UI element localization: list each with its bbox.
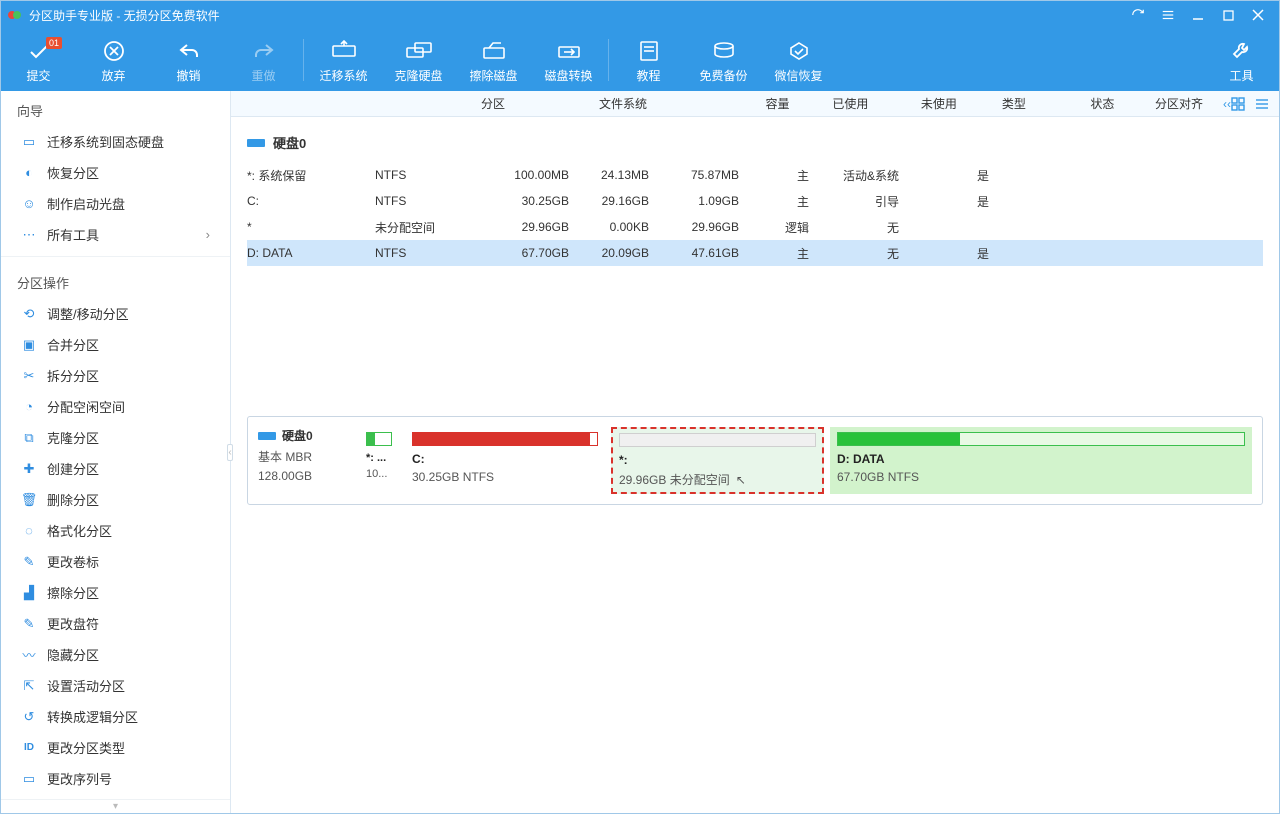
- chevron-right-icon: ›: [206, 227, 210, 242]
- pending-badge: 01: [46, 37, 62, 49]
- sidebar-resize-handle[interactable]: ‹: [226, 91, 234, 813]
- ssd-icon: ▭: [21, 134, 37, 150]
- undo-button[interactable]: 撤销: [151, 29, 226, 91]
- minimize-button[interactable]: [1183, 1, 1213, 29]
- col-align[interactable]: 分区对齐: [1122, 95, 1211, 112]
- table-row[interactable]: C: NTFS 30.25GB 29.16GB 1.09GB 主 引导 是: [247, 188, 1263, 214]
- disk-block-system-reserved[interactable]: *: ... 10...: [359, 427, 399, 494]
- sidebar-item-convert-logical[interactable]: ↺转换成逻辑分区: [1, 701, 230, 732]
- titlebar: 分区助手专业版 - 无损分区免费软件: [1, 1, 1279, 29]
- free-backup-button[interactable]: 免费备份: [686, 29, 761, 91]
- convert-icon: ↺: [21, 709, 37, 725]
- table-row[interactable]: D: DATA NTFS 67.70GB 20.09GB 47.61GB 主 无…: [247, 240, 1263, 266]
- disk-block-unallocated[interactable]: *: 29.96GB 未分配空间↖: [611, 427, 824, 494]
- sidebar-section-wizard: 向导: [1, 91, 230, 126]
- close-button[interactable]: [1243, 1, 1273, 29]
- maximize-button[interactable]: [1213, 1, 1243, 29]
- col-type[interactable]: 类型: [965, 95, 1034, 112]
- sidebar-item-set-active[interactable]: ⇱设置活动分区: [1, 670, 230, 701]
- convert-disk-button[interactable]: 磁盘转换: [531, 29, 606, 91]
- column-headers: 分区 文件系统 容量 已使用 未使用 类型 状态 分区对齐 ‹‹: [231, 91, 1279, 117]
- disk-header[interactable]: 硬盘0: [247, 127, 1263, 162]
- sidebar-item-recover-partition[interactable]: ◐恢复分区: [1, 157, 230, 188]
- tutorial-button[interactable]: 教程: [611, 29, 686, 91]
- sidebar: 向导 ▭迁移系统到固态硬盘 ◐恢复分区 ☺制作启动光盘 ⋯所有工具› 分区操作 …: [1, 91, 231, 813]
- serial-icon: ▭: [21, 771, 37, 787]
- sidebar-item-delete[interactable]: 🗑删除分区: [1, 484, 230, 515]
- collapse-columns-icon[interactable]: ‹‹: [1223, 97, 1231, 111]
- sidebar-section-ops: 分区操作: [1, 263, 230, 298]
- view-grid-icon[interactable]: [1231, 97, 1245, 111]
- sidebar-item-resize[interactable]: ⟲调整/移动分区: [1, 298, 230, 329]
- migrate-os-button[interactable]: 迁移系统: [306, 29, 381, 91]
- sidebar-item-drive-letter[interactable]: ✎更改盘符: [1, 608, 230, 639]
- disk-map-info[interactable]: 硬盘0 基本 MBR 128.00GB: [258, 427, 353, 494]
- clone-icon: ⧉: [21, 430, 37, 446]
- redo-button: 重做: [226, 29, 301, 91]
- allocate-icon: ◔: [21, 399, 37, 414]
- table-row[interactable]: *: 系统保留 NTFS 100.00MB 24.13MB 75.87MB 主 …: [247, 162, 1263, 188]
- sidebar-item-hide[interactable]: 〰隐藏分区: [1, 639, 230, 670]
- erase-icon: ▟: [21, 585, 37, 601]
- sidebar-item-merge[interactable]: ▣合并分区: [1, 329, 230, 360]
- sidebar-item-migrate-ssd[interactable]: ▭迁移系统到固态硬盘: [1, 126, 230, 157]
- sidebar-expand-down[interactable]: ▾: [1, 799, 230, 813]
- view-list-icon[interactable]: [1255, 97, 1269, 111]
- col-unused[interactable]: 未使用: [876, 95, 965, 112]
- id-icon: ID: [21, 742, 37, 753]
- split-icon: ✂: [21, 368, 37, 384]
- menu-button[interactable]: [1153, 1, 1183, 29]
- clone-disk-button[interactable]: 克隆硬盘: [381, 29, 456, 91]
- col-capacity[interactable]: 容量: [699, 95, 797, 112]
- format-icon: ◌: [21, 523, 37, 538]
- merge-icon: ▣: [21, 337, 37, 353]
- wechat-recovery-button[interactable]: 微信恢复: [761, 29, 836, 91]
- disk-block-c[interactable]: C: 30.25GB NTFS: [405, 427, 605, 494]
- sidebar-item-change-serial[interactable]: ▭更改序列号: [1, 763, 230, 794]
- disk-icon: [258, 430, 276, 442]
- disc-icon: ☺: [21, 196, 37, 211]
- cursor-icon: ↖: [736, 473, 746, 487]
- col-status[interactable]: 状态: [1034, 95, 1123, 112]
- disk-map: 硬盘0 基本 MBR 128.00GB *: ... 10... C: 30.2…: [247, 416, 1263, 505]
- app-icon: [7, 7, 23, 23]
- disk-block-d[interactable]: D: DATA 67.70GB NTFS: [830, 427, 1252, 494]
- more-icon: ⋯: [21, 227, 37, 243]
- create-icon: ✚: [21, 461, 37, 477]
- table-row[interactable]: * 未分配空间 29.96GB 0.00KB 29.96GB 逻辑 无: [247, 214, 1263, 240]
- window-title: 分区助手专业版 - 无损分区免费软件: [29, 7, 1123, 24]
- sidebar-item-change-type[interactable]: ID更改分区类型: [1, 732, 230, 763]
- sidebar-item-allocate[interactable]: ◔分配空闲空间: [1, 391, 230, 422]
- toolbar: 01 提交 放弃 撤销 重做 迁移系统 克隆硬盘 擦除磁盘 磁盘转换 教程 免费…: [1, 29, 1279, 91]
- sidebar-item-label[interactable]: ✎更改卷标: [1, 546, 230, 577]
- tag-icon: ✎: [21, 554, 37, 570]
- active-icon: ⇱: [21, 678, 37, 694]
- col-used[interactable]: 已使用: [798, 95, 877, 112]
- content: 分区 文件系统 容量 已使用 未使用 类型 状态 分区对齐 ‹‹ 硬盘0 *: …: [231, 91, 1279, 813]
- tools-button[interactable]: 工具: [1204, 29, 1279, 91]
- wipe-disk-button[interactable]: 擦除磁盘: [456, 29, 531, 91]
- col-filesystem[interactable]: 文件系统: [591, 95, 699, 112]
- disk-icon: [247, 136, 265, 150]
- col-partition[interactable]: 分区: [473, 95, 591, 112]
- sidebar-item-make-boot-cd[interactable]: ☺制作启动光盘: [1, 188, 230, 219]
- trash-icon: 🗑: [21, 492, 37, 508]
- sidebar-item-all-tools[interactable]: ⋯所有工具›: [1, 219, 230, 250]
- discard-button[interactable]: 放弃: [76, 29, 151, 91]
- sidebar-item-create[interactable]: ✚创建分区: [1, 453, 230, 484]
- submit-button[interactable]: 01 提交: [1, 29, 76, 91]
- letter-icon: ✎: [21, 616, 37, 632]
- sidebar-item-split[interactable]: ✂拆分分区: [1, 360, 230, 391]
- sidebar-item-format[interactable]: ◌格式化分区: [1, 515, 230, 546]
- sidebar-item-wipe-partition[interactable]: ▟擦除分区: [1, 577, 230, 608]
- resize-icon: ⟲: [21, 306, 37, 322]
- hide-icon: 〰: [21, 645, 37, 664]
- refresh-button[interactable]: [1123, 1, 1153, 29]
- sidebar-item-clone-partition[interactable]: ⧉克隆分区: [1, 422, 230, 453]
- pie-icon: ◐: [21, 165, 37, 180]
